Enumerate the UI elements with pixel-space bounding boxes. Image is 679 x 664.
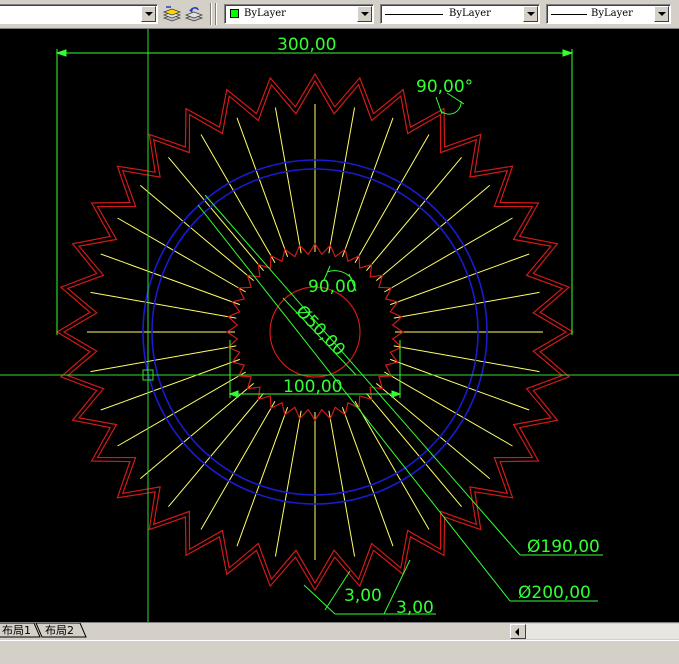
chevron-down-icon[interactable] xyxy=(357,6,372,22)
spoke-line xyxy=(236,407,289,547)
spoke-line xyxy=(384,371,513,447)
linetype-control-combo[interactable]: ByLayer xyxy=(380,4,540,24)
spoke-line xyxy=(354,401,430,530)
spoke-line xyxy=(390,358,530,411)
dia-50-text: Ø50,00 xyxy=(291,302,348,361)
drawing-svg: 300,00 90,00° 90,00 100,00 Ø190,00 Ø200,… xyxy=(0,29,679,622)
layout-tabs-bar: 布局1 布局2 xyxy=(0,622,679,640)
dimension-300-text: 300,00 xyxy=(277,35,336,55)
spoke-line xyxy=(390,253,530,306)
lineweight-value: ByLayer xyxy=(591,8,633,19)
scroll-left-icon[interactable] xyxy=(510,624,526,639)
status-bar xyxy=(0,640,679,664)
make-object-layer-current-icon[interactable] xyxy=(162,4,182,24)
spoke-line xyxy=(117,217,246,293)
angle-top-text: 90,00° xyxy=(416,77,473,97)
spoke-line xyxy=(341,117,394,257)
spoke-line xyxy=(168,392,264,508)
spoke-line xyxy=(139,383,255,479)
spoke-line xyxy=(375,383,491,479)
color-control-combo[interactable]: ByLayer xyxy=(224,4,374,24)
spoke-line xyxy=(100,253,240,306)
spoke-line xyxy=(90,345,237,373)
spoke-line xyxy=(393,291,540,319)
spoke-line xyxy=(200,401,276,530)
spoke-line xyxy=(200,134,276,263)
chevron-down-icon[interactable] xyxy=(654,6,669,22)
layer-previous-icon[interactable] xyxy=(184,4,204,24)
color-value: ByLayer xyxy=(244,8,286,19)
linetype-value: ByLayer xyxy=(449,8,491,19)
spoke-line xyxy=(168,156,264,272)
spoke-line xyxy=(139,185,255,281)
spoke-line xyxy=(341,407,394,547)
spoke-line xyxy=(100,358,240,411)
spoke-line xyxy=(117,371,246,447)
dia-190-text: Ø190,00 xyxy=(527,537,600,557)
spoke-line xyxy=(393,345,540,373)
linetype-preview xyxy=(385,14,443,15)
crosshair-cursor xyxy=(0,29,679,622)
chevron-down-icon[interactable] xyxy=(523,6,538,22)
spoke-line xyxy=(354,134,430,263)
spoke-line xyxy=(274,107,302,254)
spoke-line xyxy=(328,107,356,254)
properties-toolbar: ByLayer ByLayer ByLayer xyxy=(0,0,679,29)
tooth-dim-a-text: 3,00 xyxy=(344,586,382,606)
spoke-line xyxy=(274,410,302,557)
chevron-down-icon[interactable] xyxy=(141,6,156,22)
angle-inner-text: 90,00 xyxy=(308,277,357,297)
drawing-canvas[interactable]: 300,00 90,00° 90,00 100,00 Ø190,00 Ø200,… xyxy=(0,29,679,622)
spoke-line xyxy=(236,117,289,257)
color-swatch-icon xyxy=(230,9,239,18)
tab-layout2[interactable]: 布局2 xyxy=(45,623,74,638)
spoke-line xyxy=(328,410,356,557)
lineweight-control-combo[interactable]: ByLayer xyxy=(546,4,671,24)
spoke-line xyxy=(375,185,491,281)
horizontal-scrollbar[interactable] xyxy=(510,624,679,639)
spoke-line xyxy=(384,217,513,293)
spoke-line xyxy=(366,392,462,508)
layer-state-combo[interactable] xyxy=(0,4,158,24)
spoke-line xyxy=(366,156,462,272)
tab-layout1[interactable]: 布局1 xyxy=(2,623,31,638)
tooth-dim-b-text: 3,00 xyxy=(396,598,434,618)
dia-200-text: Ø200,00 xyxy=(518,583,591,603)
lineweight-preview xyxy=(551,14,587,15)
dimension-100-text: 100,00 xyxy=(283,377,342,397)
toolbar-separator xyxy=(215,3,217,25)
toolbar-separator xyxy=(210,3,212,25)
spoke-line xyxy=(90,291,237,319)
